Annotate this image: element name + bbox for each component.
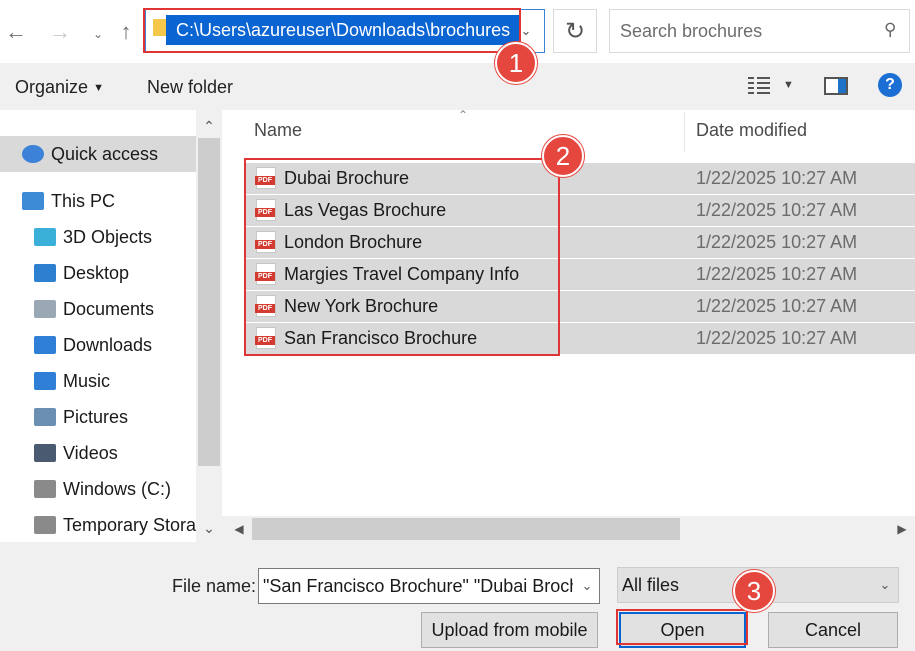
search-placeholder: Search brochures (620, 21, 763, 41)
computer-icon (22, 192, 44, 210)
callout-badge-3: 3 (733, 570, 775, 612)
refresh-button[interactable]: ↻ (553, 9, 597, 53)
callout-box-open (616, 609, 748, 645)
file-date-modified: 1/22/2025 10:27 AM (696, 264, 858, 284)
documents-icon (34, 300, 56, 318)
organize-button[interactable]: Organize ▼ (15, 75, 104, 99)
sidebar-item-videos[interactable]: Videos (0, 435, 196, 471)
new-folder-button[interactable]: New folder (147, 75, 233, 99)
cancel-button[interactable]: Cancel (768, 612, 898, 648)
scroll-right-arrow-icon[interactable]: ▶ (889, 516, 915, 542)
file-name-dropdown-chevron-icon[interactable]: ⌄ (576, 570, 598, 602)
download-arrow-icon (34, 336, 56, 354)
back-arrow-icon[interactable]: ← (2, 16, 30, 48)
scroll-left-arrow-icon[interactable]: ◀ (226, 516, 252, 542)
sidebar-item-3d-objects[interactable]: 3D Objects (0, 219, 196, 255)
sidebar-item-label: Pictures (63, 406, 129, 427)
file-date-modified: 1/22/2025 10:27 AM (696, 296, 858, 316)
column-separator[interactable] (684, 112, 685, 152)
file-type-value[interactable]: All files (622, 567, 679, 603)
refresh-icon: ↻ (564, 17, 586, 45)
view-details-icon[interactable] (748, 76, 770, 96)
sidebar-item-label: This PC (51, 190, 116, 211)
file-date-modified: 1/22/2025 10:27 AM (696, 328, 858, 348)
sidebar-item-label: Downloads (63, 334, 153, 355)
drive-icon (34, 480, 56, 498)
film-icon (34, 444, 56, 462)
callout-badge-2: 2 (542, 135, 584, 177)
caret-down-icon: ▼ (93, 82, 104, 94)
file-name-label: File name: (172, 576, 257, 596)
search-icon[interactable]: ⚲ (884, 20, 896, 40)
sidebar-item-windows-c[interactable]: Windows (C:) (0, 471, 196, 507)
sidebar-item-label: Documents (63, 298, 155, 319)
sidebar-item-this-pc[interactable]: This PC (0, 183, 196, 219)
view-options-caret-icon[interactable]: ▼ (783, 79, 794, 91)
drive-icon (34, 516, 56, 534)
up-arrow-icon[interactable]: ↑ (112, 16, 140, 48)
desktop-icon (34, 264, 56, 282)
callout-badge-1: 1 (495, 42, 537, 84)
sidebar-item-pictures[interactable]: Pictures (0, 399, 196, 435)
file-date-modified: 1/22/2025 10:27 AM (696, 232, 858, 252)
file-date-modified: 1/22/2025 10:27 AM (696, 168, 858, 188)
preview-pane-icon[interactable] (824, 77, 848, 95)
file-date-modified: 1/22/2025 10:27 AM (696, 200, 858, 220)
help-icon[interactable]: ? (878, 73, 902, 97)
sidebar-item-label: Music (63, 370, 111, 391)
sidebar-item-label: Quick access (51, 143, 159, 164)
column-header-name[interactable]: Name (254, 120, 302, 141)
cube-icon (34, 228, 56, 246)
sidebar-item-label: Temporary Stora (63, 514, 196, 535)
file-type-chevron-icon[interactable]: ⌄ (874, 569, 896, 601)
sidebar-item-temporary-stora[interactable]: Temporary Stora (0, 507, 196, 543)
upload-from-mobile-button[interactable]: Upload from mobile (421, 612, 598, 648)
file-name-value[interactable]: "San Francisco Brochure" "Dubai Brochure… (263, 568, 573, 604)
callout-box-files (244, 158, 560, 356)
column-header-date-modified[interactable]: Date modified (696, 120, 807, 141)
hscrollbar-thumb[interactable] (252, 518, 680, 540)
scroll-up-arrow-icon[interactable]: ⌃ (196, 114, 222, 138)
forward-arrow-icon[interactable]: → (46, 16, 74, 48)
sidebar-item-label: Videos (63, 442, 118, 463)
recent-locations-chevron-icon[interactable]: ⌄ (84, 18, 112, 50)
sidebar-item-label: Desktop (63, 262, 130, 283)
sidebar-item-desktop[interactable]: Desktop (0, 255, 196, 291)
star-icon (22, 145, 44, 163)
nav-scrollbar-thumb[interactable] (198, 138, 220, 466)
music-note-icon (34, 372, 56, 390)
toolbar (0, 64, 915, 110)
scroll-down-arrow-icon[interactable]: ⌄ (196, 516, 222, 540)
sidebar-item-label: 3D Objects (63, 226, 153, 247)
sidebar-item-music[interactable]: Music (0, 363, 196, 399)
callout-box-address (143, 8, 521, 53)
sidebar-item-documents[interactable]: Documents (0, 291, 196, 327)
sidebar-item-quick-access[interactable]: Quick access (0, 136, 196, 172)
sort-caret-icon: ⌃ (458, 108, 469, 122)
picture-icon (34, 408, 56, 426)
sidebar-item-downloads[interactable]: Downloads (0, 327, 196, 363)
sidebar-item-label: Windows (C:) (63, 478, 172, 499)
